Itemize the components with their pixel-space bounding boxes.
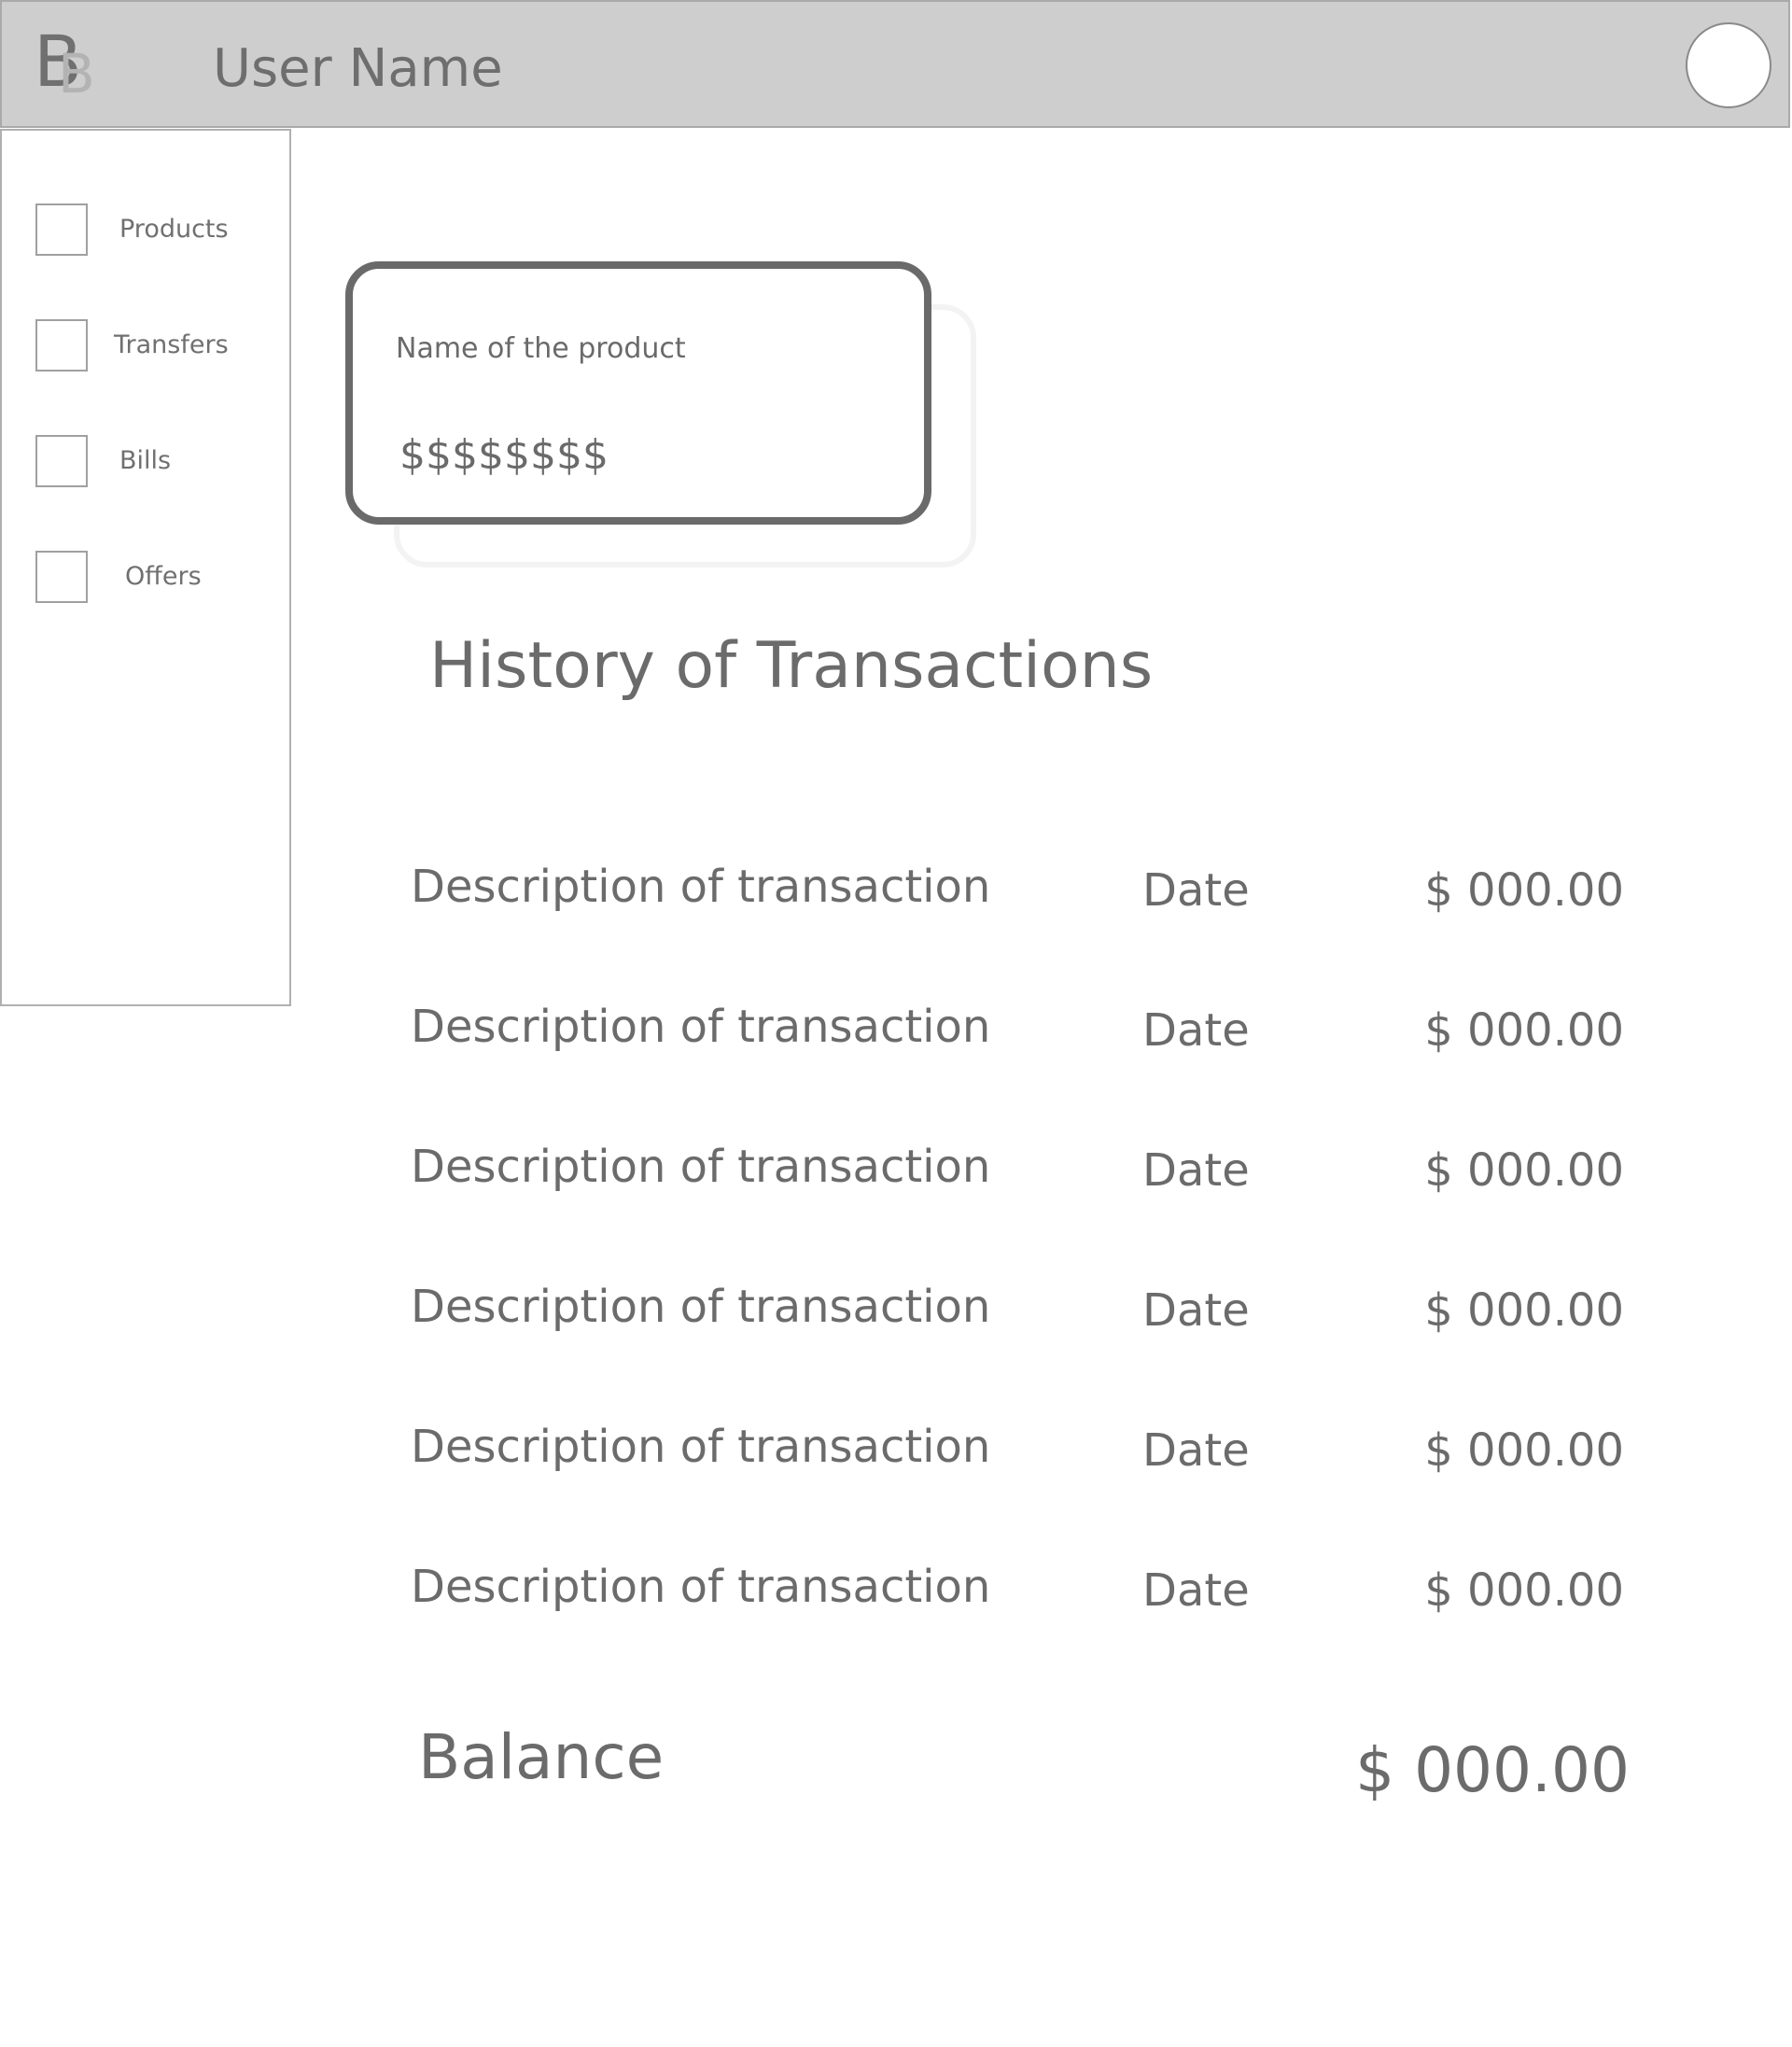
sidebar-item-bills[interactable]: Bills [35,435,287,487]
balance-label: Balance [418,1721,665,1793]
transaction-description: Description of transaction [411,1561,991,1613]
sidebar-nav: Products Transfers Bills Offers [0,129,291,1006]
product-card[interactable]: Name of the product $$$$$$$$ [345,261,931,525]
transaction-date: Date [1142,1144,1250,1197]
user-avatar[interactable] [1686,22,1771,108]
transaction-amount: $ 000.00 [1424,1284,1624,1337]
transaction-date: Date [1142,1284,1250,1337]
sidebar-item-offers[interactable]: Offers [35,551,287,603]
transaction-amount: $ 000.00 [1424,1004,1624,1057]
sidebar-item-label: Offers [125,562,202,591]
sidebar-item-label: Transfers [114,330,229,359]
bills-icon [35,435,88,487]
offers-icon [35,551,88,603]
transaction-date: Date [1142,1004,1250,1057]
product-amount: $$$$$$$$ [399,431,609,479]
transaction-row[interactable]: Description of transaction Date $ 000.00 [411,857,1624,922]
transaction-row[interactable]: Description of transaction Date $ 000.00 [411,1137,1624,1202]
transaction-date: Date [1142,864,1250,917]
sidebar-item-label: Products [119,215,229,244]
transaction-description: Description of transaction [411,861,991,913]
transaction-description: Description of transaction [411,1281,991,1333]
logo-letter-secondary: B [58,42,95,105]
transaction-row[interactable]: Description of transaction Date $ 000.00 [411,1557,1624,1622]
transaction-row[interactable]: Description of transaction Date $ 000.00 [411,1277,1624,1342]
balance-amount: $ 000.00 [1355,1734,1630,1806]
transaction-row[interactable]: Description of transaction Date $ 000.00 [411,1417,1624,1482]
transaction-amount: $ 000.00 [1424,864,1624,917]
transaction-amount: $ 000.00 [1424,1424,1624,1477]
transaction-description: Description of transaction [411,1421,991,1473]
transaction-date: Date [1142,1424,1250,1477]
sidebar-item-products[interactable]: Products [35,203,287,256]
sidebar-item-label: Bills [119,446,172,475]
sidebar-item-transfers[interactable]: Transfers [35,319,287,372]
transaction-amount: $ 000.00 [1424,1144,1624,1197]
history-title: History of Transactions [429,629,1154,703]
transaction-amount: $ 000.00 [1424,1564,1624,1617]
transaction-row[interactable]: Description of transaction Date $ 000.00 [411,997,1624,1062]
user-name: User Name [213,38,503,99]
transaction-description: Description of transaction [411,1001,991,1053]
app-logo[interactable]: B B [34,26,108,110]
transaction-date: Date [1142,1564,1250,1617]
transaction-description: Description of transaction [411,1141,991,1193]
transfers-icon [35,319,88,372]
product-name: Name of the product [396,332,686,365]
top-header: B B User Name [0,0,1790,128]
products-icon [35,203,88,256]
